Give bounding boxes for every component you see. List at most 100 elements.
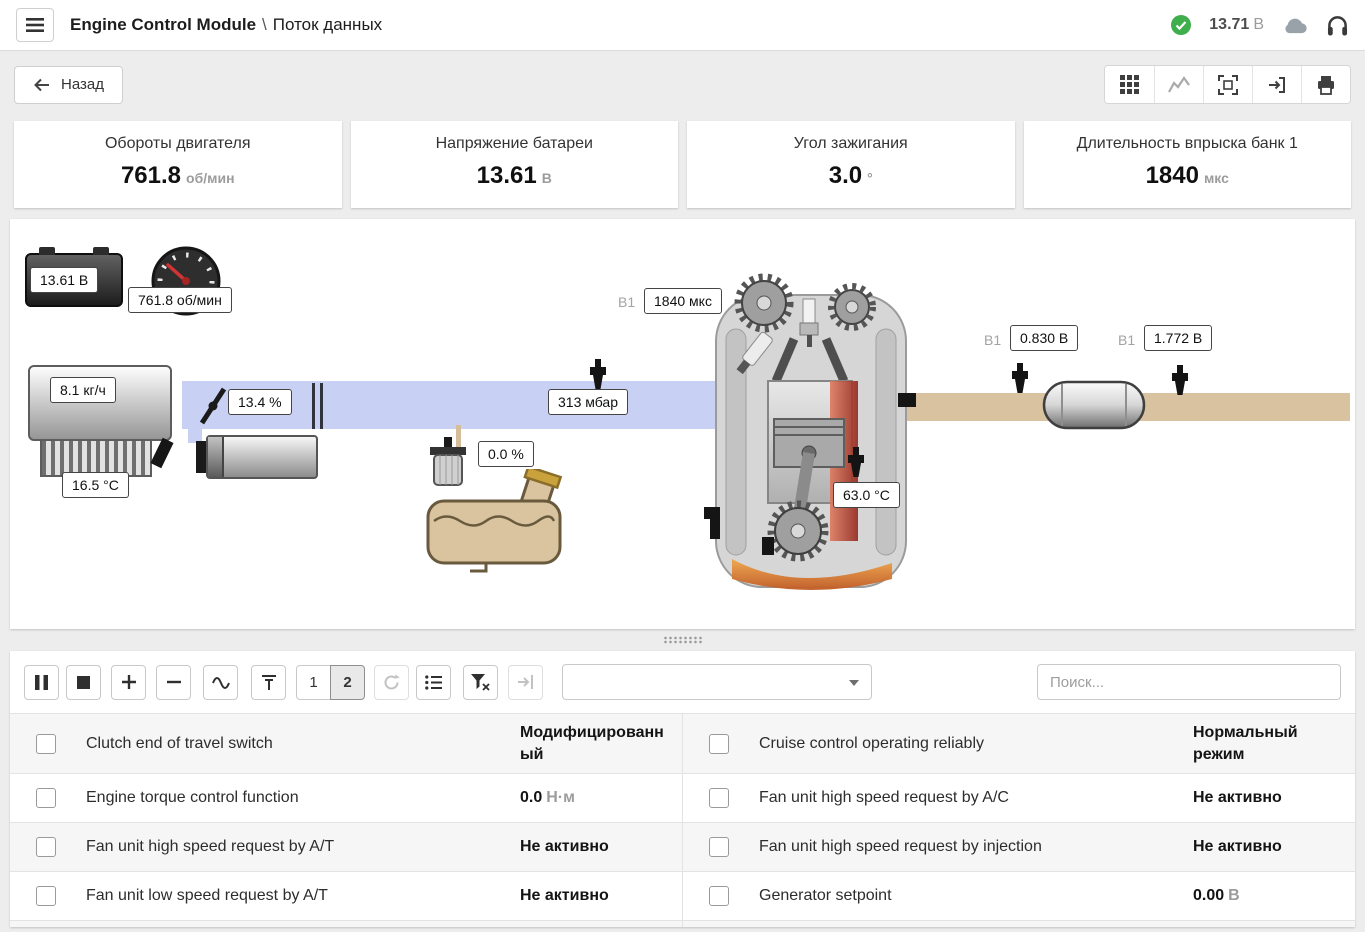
sub-toolbar: Назад — [0, 51, 1365, 104]
fit-screen-icon — [1218, 75, 1238, 95]
search-input[interactable] — [1037, 664, 1341, 700]
hamburger-menu-button[interactable] — [16, 8, 54, 42]
row-checkbox[interactable] — [36, 886, 56, 906]
page-2-button[interactable]: 2 — [330, 665, 365, 700]
wave-mode-button[interactable] — [203, 665, 238, 700]
parameters-table: Clutch end of travel switch Модифицирова… — [10, 713, 1355, 927]
import-button[interactable] — [1252, 66, 1301, 103]
stop-button[interactable] — [66, 665, 101, 700]
coolant-temp-label: 63.0 °С — [833, 482, 900, 508]
page-switch: 1 2 — [296, 665, 365, 700]
throttle-position-label: 13.4 % — [228, 389, 292, 415]
row-value: Не активно — [1193, 836, 1343, 858]
row-label: Fan unit high speed request by A/T — [86, 838, 520, 856]
add-button[interactable] — [111, 665, 146, 700]
pause-button[interactable] — [24, 665, 59, 700]
refresh-icon — [383, 674, 400, 691]
list-button[interactable] — [416, 665, 451, 700]
catalytic-converter-icon — [1038, 379, 1150, 431]
idle-valve-connector-icon — [196, 441, 206, 473]
chart-view-button[interactable] — [1154, 66, 1203, 103]
table-row: Generator setpoint 0.00В — [683, 872, 1355, 921]
engine-diagram-panel: 13.61 В 761.8 об/мин 8.1 кг/ч 16.5 °С 13… — [10, 219, 1355, 629]
manifold-pressure-label: 313 мбар — [548, 389, 628, 415]
row-checkbox[interactable] — [36, 788, 56, 808]
metric-title: Напряжение батареи — [359, 135, 671, 153]
coolant-temp-sensor-icon — [846, 447, 866, 479]
row-value: Нормальный режим — [1193, 722, 1343, 765]
row-checkbox[interactable] — [709, 788, 729, 808]
breadcrumb-separator: \ — [262, 15, 267, 34]
throttle-valve-icon — [196, 383, 230, 429]
o2-sensor-1-voltage-label: 0.830 В — [1010, 325, 1078, 351]
print-button[interactable] — [1301, 66, 1350, 103]
line-chart-icon — [1168, 76, 1190, 94]
metric-card-rpm: Обороты двигателя 761.8об/мин — [14, 121, 342, 208]
remove-button[interactable] — [156, 665, 191, 700]
o2-sensor-1-icon — [1010, 363, 1030, 395]
row-label: Clutch end of travel switch — [86, 735, 520, 753]
chevron-down-icon — [849, 680, 859, 686]
splitter-grip[interactable] — [663, 636, 703, 644]
table-row: Fan unit high speed request by A/C Не ак… — [683, 774, 1355, 823]
metric-cards-row: Обороты двигателя 761.8об/мин Напряжение… — [0, 104, 1365, 208]
panel-splitter — [0, 629, 1365, 651]
grid-view-button[interactable] — [1105, 66, 1154, 103]
intake-temp-label: 16.5 °С — [62, 472, 129, 498]
table-row: Fan unit low speed request by A/T Не акт… — [10, 872, 682, 921]
throttle-mark — [312, 383, 315, 429]
page-1-button[interactable]: 1 — [296, 665, 331, 700]
autoscale-button[interactable] — [251, 665, 286, 700]
table-row: Fan unit high speed request by A/T Не ак… — [10, 823, 682, 872]
minus-icon — [166, 674, 182, 690]
row-checkbox[interactable] — [36, 837, 56, 857]
clear-filter-button[interactable] — [463, 665, 498, 700]
top-bar: Engine Control Module\Поток данных 13.71… — [0, 0, 1365, 51]
data-stream-table-panel: 1 2 Clutch end of travel switch Модифици… — [10, 651, 1355, 927]
row-checkbox[interactable] — [709, 734, 729, 754]
row-value: 0.0Н·м — [520, 787, 670, 809]
cloud-sync-icon[interactable] — [1282, 16, 1308, 34]
row-checkbox[interactable] — [709, 886, 729, 906]
purge-duty-label: 0.0 % — [478, 441, 534, 467]
table-row: Fan unit high speed request by injection… — [683, 823, 1355, 872]
refresh-button[interactable] — [374, 665, 409, 700]
table-row: Engine torque control function 0.0Н·м — [10, 774, 682, 823]
metric-card-ignition: Угол зажигания 3.0° — [687, 121, 1015, 208]
export-row-button[interactable] — [508, 665, 543, 700]
metric-card-injection: Длительность впрыска банк 1 1840мкс — [1024, 121, 1352, 208]
parameter-select[interactable] — [562, 664, 872, 700]
printer-icon — [1316, 75, 1336, 95]
fit-view-button[interactable] — [1203, 66, 1252, 103]
engine-illustration — [702, 269, 920, 604]
metric-value: 3.0° — [695, 162, 1007, 190]
row-label: Fan unit high speed request by A/C — [759, 789, 1193, 807]
support-headset-icon[interactable] — [1326, 15, 1349, 36]
metric-card-battery: Напряжение батареи 13.61В — [351, 121, 679, 208]
row-label: Fan unit high speed request by injection — [759, 838, 1193, 856]
status-area: 13.71В — [1171, 15, 1349, 36]
row-value: Модифицированный — [520, 722, 670, 765]
connection-ok-icon — [1171, 15, 1191, 35]
metric-title: Длительность впрыска банк 1 — [1032, 135, 1344, 153]
module-title: Engine Control Module — [70, 15, 256, 34]
row-value: 0.00В — [1193, 885, 1343, 907]
row-value: Не активно — [520, 836, 670, 858]
hamburger-icon — [26, 18, 44, 32]
back-label: Назад — [61, 76, 104, 93]
scale-icon — [260, 674, 278, 691]
intake-temp-sensor-icon — [150, 438, 173, 468]
table-toolbar: 1 2 — [10, 651, 1355, 713]
metric-title: Угол зажигания — [695, 135, 1007, 153]
plus-icon — [121, 674, 137, 690]
table-row-partial — [10, 921, 682, 927]
row-checkbox[interactable] — [36, 734, 56, 754]
row-checkbox[interactable] — [709, 837, 729, 857]
back-arrow-icon — [33, 77, 51, 93]
injection-bank-tag: B1 — [618, 294, 635, 310]
filter-x-icon — [471, 674, 490, 691]
purge-valve-icon — [424, 437, 472, 491]
throttle-mark — [320, 383, 323, 429]
metric-value: 761.8об/мин — [22, 162, 334, 190]
back-button[interactable]: Назад — [14, 66, 123, 104]
